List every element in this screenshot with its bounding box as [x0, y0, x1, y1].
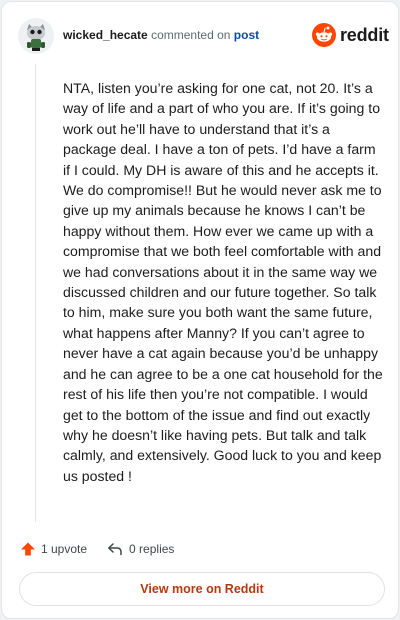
comment-embed-card: wicked_hecate commented on post reddit N… [1, 1, 399, 619]
view-more-button[interactable]: View more on Reddit [19, 572, 385, 606]
reply-count: 0 replies [129, 542, 175, 556]
post-link[interactable]: post [234, 28, 259, 42]
reply-button[interactable]: 0 replies [107, 541, 174, 557]
user-avatar[interactable] [18, 18, 54, 54]
comment-body: NTA, listen you’re asking for one cat, n… [63, 80, 383, 484]
comment-header: wicked_hecate commented on post [63, 27, 259, 43]
upvote-count: 1 upvote [41, 542, 88, 556]
reply-arrow-icon [108, 543, 122, 556]
thread-line [35, 64, 36, 522]
reddit-wordmark: reddit [340, 24, 389, 45]
comment-actions: 1 upvote 0 replies [20, 539, 174, 559]
upvote-arrow-icon [21, 542, 35, 556]
avatar-image [18, 18, 54, 54]
username-link[interactable]: wicked_hecate [63, 28, 148, 42]
commented-on-text: commented on [151, 28, 231, 42]
reddit-snoo-icon [312, 23, 336, 47]
reddit-logo[interactable]: reddit [312, 23, 389, 47]
upvote-button[interactable]: 1 upvote [20, 541, 87, 557]
view-more-label: View more on Reddit [140, 582, 264, 596]
